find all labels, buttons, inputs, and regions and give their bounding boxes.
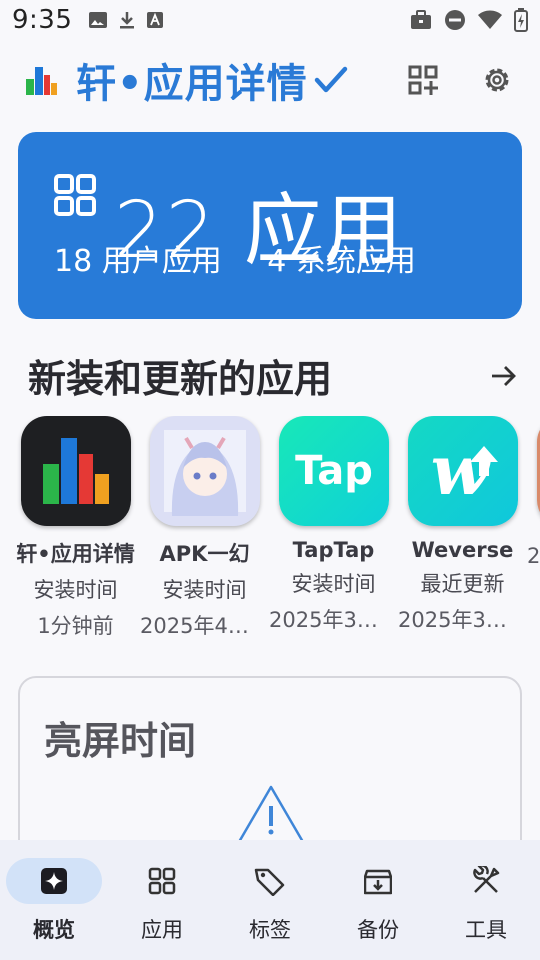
- nav-pill: [6, 858, 102, 904]
- tools-icon: [473, 866, 500, 893]
- nav-pill: [114, 858, 210, 904]
- nav-apps[interactable]: 应用: [108, 840, 216, 960]
- download-icon: [120, 12, 135, 29]
- app-name: TapTap: [292, 538, 375, 562]
- nav-label: 标签: [249, 918, 291, 942]
- app-event: 安装时间: [33, 578, 118, 602]
- app-time: 2025年3月…: [269, 608, 398, 632]
- nav-pill: [222, 858, 318, 904]
- image-icon: [89, 12, 108, 28]
- briefcase-icon: [411, 10, 431, 29]
- nav-label: 概览: [33, 918, 75, 942]
- app-time: 2025年3月…: [398, 608, 527, 632]
- app-icon-taptap: Tap: [278, 416, 389, 526]
- recent-apps-list: 轩•应用详情 安装时间 1分钟前 APK一幻 安装时间 2025年4月… Tap: [0, 416, 540, 638]
- battery-icon: [514, 8, 528, 32]
- list-item[interactable]: APK一幻 安装时间 2025年4月…: [140, 416, 269, 638]
- status-system-icons: [410, 8, 528, 32]
- dnd-icon: [445, 10, 465, 30]
- arrow-right-icon[interactable]: [490, 364, 518, 388]
- app-icon-apk: [149, 416, 260, 526]
- list-item[interactable]: w Weverse 最近更新 2025年3月…: [398, 416, 527, 634]
- list-item[interactable]: 2: [527, 416, 540, 568]
- settings-icon[interactable]: [482, 65, 512, 95]
- list-item[interactable]: Tap TapTap 安装时间 2025年3月…: [269, 416, 398, 634]
- user-apps-count: 18 用户应用: [54, 244, 222, 279]
- nav-overview[interactable]: 概览: [0, 840, 108, 960]
- nav-label: 备份: [357, 918, 399, 942]
- status-notification-icons: [88, 10, 164, 30]
- app-icon-xuan: [20, 416, 131, 526]
- bottom-navigation: 概览 应用 标签 备份 工具: [0, 840, 540, 960]
- app-icon-weverse: w: [407, 416, 518, 526]
- app-name: 轩•应用详情: [16, 542, 135, 566]
- nav-label: 工具: [465, 918, 507, 942]
- status-time: 9:35: [12, 5, 73, 35]
- app-name: APK一幻: [159, 542, 250, 566]
- section-title: 新装和更新的应用: [28, 357, 333, 401]
- app-title: 轩•应用详情: [76, 61, 308, 107]
- nav-pill: [330, 858, 426, 904]
- tag-icon: [254, 868, 285, 896]
- nav-pill: [438, 858, 534, 904]
- app-event: 最近更新: [420, 572, 505, 596]
- warning-icon: [237, 785, 305, 844]
- screen-time-title: 亮屏时间: [44, 719, 197, 763]
- apps-breakdown: 18 用户应用 4 系统应用: [54, 236, 452, 280]
- app-icon-partial: [536, 416, 540, 526]
- nav-tools[interactable]: 工具: [432, 840, 540, 960]
- app-event: 安装时间: [291, 572, 376, 596]
- text-icon: [147, 12, 164, 28]
- add-widget-icon[interactable]: [408, 65, 438, 95]
- recent-apps-header: 新装和更新的应用: [28, 348, 518, 403]
- nav-backup[interactable]: 备份: [324, 840, 432, 960]
- app-name: Weverse: [411, 538, 514, 562]
- app-time: 2: [527, 544, 540, 568]
- verified-check-icon: [314, 66, 347, 93]
- list-item[interactable]: 轩•应用详情 安装时间 1分钟前: [11, 416, 140, 638]
- app-logo-icon: [26, 67, 57, 95]
- apps-grid-icon: [148, 867, 176, 895]
- wifi-icon: [478, 10, 502, 29]
- overview-icon: [41, 868, 67, 894]
- nav-tags[interactable]: 标签: [216, 840, 324, 960]
- nav-label: 应用: [141, 918, 183, 942]
- app-event: 安装时间: [162, 578, 247, 602]
- app-bar: 轩•应用详情: [0, 40, 540, 120]
- backup-icon: [364, 869, 392, 895]
- system-apps-count: 4 系统应用: [267, 244, 416, 279]
- apps-grid-icon: [54, 174, 96, 216]
- app-time: 1分钟前: [37, 614, 114, 638]
- app-time: 2025年4月…: [140, 614, 269, 638]
- apps-summary-card[interactable]: 22 应用 18 用户应用 4 系统应用: [18, 132, 522, 319]
- status-bar: 9:35: [0, 0, 540, 40]
- taptap-logo-text: Tap: [295, 448, 373, 494]
